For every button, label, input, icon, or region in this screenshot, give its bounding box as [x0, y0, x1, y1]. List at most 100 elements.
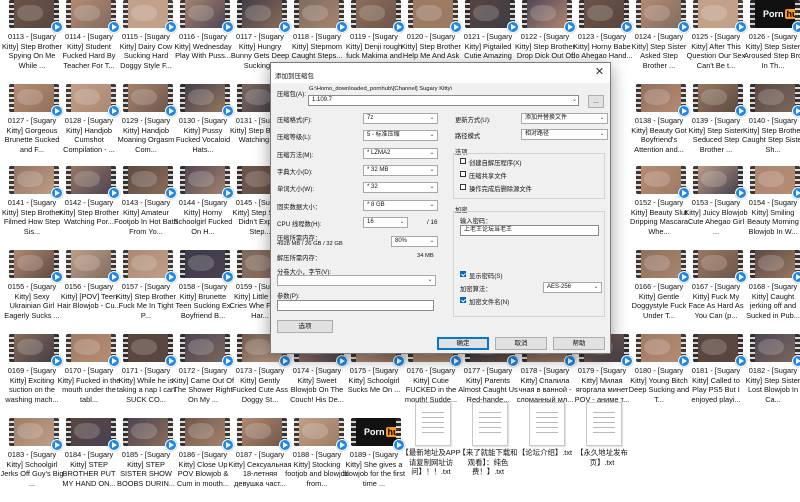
file-tile[interactable]: 0180 - [Sugary Kitty] Young Bitch Deep S… [627, 334, 691, 418]
file-tile[interactable]: 0186 - [Sugary Kitty] Close Up POV Blowj… [171, 418, 235, 502]
thumbnail-highlight [131, 339, 157, 355]
file-name: 0128 - [Sugary Kitty] Handjob Cumshot Co… [57, 116, 121, 154]
mem-percent-select[interactable]: 80%⌄ [391, 236, 438, 247]
file-tile[interactable]: 0171 - [Sugary Kitty] While he is taking… [114, 334, 178, 418]
cancel-button[interactable]: 取消 [495, 337, 547, 350]
file-tile[interactable]: 0168 - [Sugary Kitty] Caught jerking off… [741, 250, 800, 334]
file-tile[interactable]: 0113 - [Sugary Kitty] Step Brother Spyin… [0, 0, 64, 84]
file-name: 0154 - [Sugary Kitty] Smiling Beauty Mor… [741, 198, 800, 236]
password-input[interactable]: 上老王论坛当老王 [460, 225, 599, 236]
thumbnail-highlight [74, 5, 100, 21]
filmstrip-left-icon [750, 166, 755, 194]
thumbnail-highlight [644, 255, 670, 271]
file-tile[interactable]: 0115 - [Sugary Kitty] Dairy Cow Sucking … [114, 0, 178, 84]
archive-name-input[interactable]: 1.109.7⌄ [308, 95, 579, 106]
file-tile[interactable]: 0155 - [Sugary Kitty] Sexy Ukrainian Gir… [0, 250, 64, 334]
file-tile[interactable]: 0141 - [Sugary Kitty] Step Brother Filme… [0, 166, 64, 250]
file-tile[interactable]: 0183 - [Sugary Kitty] Schoolgirl Jerks O… [0, 418, 64, 502]
file-tile[interactable]: 0158 - [Sugary Kitty] Brunette Teen Suck… [171, 250, 235, 334]
shared-checkbox[interactable] [460, 171, 466, 177]
enc-method-select[interactable]: AES-256⌄ [543, 282, 602, 293]
filmstrip-left-icon [750, 250, 755, 278]
file-tile[interactable]: 0143 - [Sugary Kitty] Amateur Footjob In… [114, 166, 178, 250]
file-tile[interactable]: 0140 - [Sugary Kitty] Step Brother Caugh… [741, 84, 800, 168]
text-document-icon [472, 402, 508, 446]
file-tile[interactable]: 0127 - [Sugary Kitty] Gorgeous Brunette … [0, 84, 64, 168]
filmstrip-left-icon [123, 334, 128, 362]
text-file-tile[interactable]: 【最新地址及APP请复制网址访问】！！.txt [399, 402, 463, 486]
text-file-tile[interactable]: 【来了就能下载和观看】：纯色费！】.txt [456, 402, 520, 486]
sfx-checkbox[interactable] [460, 158, 466, 164]
file-name: 0184 - [Sugary Kitty] STEP BROTHER PUT M… [57, 450, 121, 488]
filmstrip-left-icon [237, 84, 242, 112]
file-tile[interactable]: 0184 - [Sugary Kitty] STEP BROTHER PUT M… [57, 418, 121, 502]
level-select[interactable]: 5 - 标准压缩⌄ [363, 130, 438, 141]
file-tile[interactable]: 0169 - [Sugary Kitty] Exciting suction o… [0, 334, 64, 418]
file-tile[interactable]: 0170 - [Sugary Kitty] Fucked in the mout… [57, 334, 121, 418]
thumbnail-highlight [245, 5, 271, 21]
show-password-checkbox[interactable] [460, 271, 466, 277]
thumbnail-highlight [17, 423, 43, 439]
file-tile[interactable]: 0187 - [Sugary Kitty] Сексуальная 18-лет… [228, 418, 292, 502]
text-file-tile[interactable]: 【论坛介绍】.txt [513, 402, 577, 486]
file-tile[interactable]: Pornhub0189 - [Sugary Kitty] She gives a… [342, 418, 406, 502]
file-name: 【来了就能下载和观看】：纯色费！】.txt [456, 448, 520, 477]
file-tile[interactable]: 0129 - [Sugary Kitty] Handjob Moaning Or… [114, 84, 178, 168]
params-input[interactable] [277, 300, 434, 311]
close-icon[interactable]: ✕ [593, 66, 606, 79]
split-select[interactable]: ⌄ [277, 275, 436, 286]
dialog-titlebar[interactable]: 添加到压缩包 ✕ [271, 63, 610, 83]
encrypt-names-checkbox[interactable] [460, 297, 466, 303]
path-select[interactable]: 相对路径⌄ [521, 129, 608, 140]
file-tile[interactable]: 0139 - [Sugary Kitty] Step Sister Seduce… [684, 84, 748, 168]
browse-button[interactable]: ... [588, 95, 604, 108]
filmstrip-left-icon [180, 166, 185, 194]
delete-checkbox[interactable] [460, 184, 466, 190]
file-tile[interactable]: 0144 - [Sugary Kitty] Horny Schoolgirl F… [171, 166, 235, 250]
file-tile[interactable]: 0153 - [Sugary Kitty] Juicy Blowjob Cute… [684, 166, 748, 250]
file-name: 0173 - [Sugary Kitty] Gently Fucked Cute… [228, 366, 292, 404]
file-tile[interactable]: 0125 - [Sugary Kitty] After This Questio… [684, 0, 748, 84]
file-tile[interactable]: 0181 - [Sugary Kitty] Called to Play PS5… [684, 334, 748, 418]
file-tile[interactable]: 0130 - [Sugary Kitty] Pussy Fucked Vocal… [171, 84, 235, 168]
file-tile[interactable]: 0157 - [Sugary Kitty] Step Brother Fuck … [114, 250, 178, 334]
file-name: 0183 - [Sugary Kitty] Schoolgirl Jerks O… [0, 450, 64, 488]
file-tile[interactable]: 0188 - [Sugary Kitty] Stocking footjob a… [285, 418, 349, 502]
filmstrip-left-icon [636, 84, 641, 112]
file-tile[interactable]: 0124 - [Sugary Kitty] Step Sister Asked … [627, 0, 691, 84]
file-tile[interactable]: 0156 - [Sugary Kitty] [POV] Teen Hair Bl… [57, 250, 121, 334]
file-name: 0178 - [Sugary Kitty] Спалила чная в ван… [513, 366, 577, 404]
file-name: 0171 - [Sugary Kitty] While he is taking… [114, 366, 178, 404]
file-tile[interactable]: 0182 - [Sugary Kitty] Step Sister Lost B… [741, 334, 800, 418]
file-tile[interactable]: 0167 - [Sugary Kitty] Fuck My Face As Ha… [684, 250, 748, 334]
options-button[interactable]: 选项 [277, 320, 333, 333]
file-name: 0188 - [Sugary Kitty] Stocking footjob a… [285, 450, 349, 488]
filmstrip-left-icon [123, 0, 128, 28]
file-tile[interactable]: 0166 - [Sugary Kitty] Gentle Doggystyle … [627, 250, 691, 334]
text-file-tile[interactable]: 【永久地址发布页】.txt [570, 402, 634, 486]
cpu-select[interactable]: 16⌄ [363, 217, 408, 228]
word-select[interactable]: * 32⌄ [363, 182, 438, 193]
method-select[interactable]: * LZMA2⌄ [363, 148, 438, 159]
file-tile[interactable]: 0128 - [Sugary Kitty] Handjob Cumshot Co… [57, 84, 121, 168]
file-name: 0115 - [Sugary Kitty] Dairy Cow Sucking … [114, 32, 178, 70]
file-tile[interactable]: 0185 - [Sugary Kitty] STEP SISTER SHOW B… [114, 418, 178, 502]
filmstrip-left-icon [123, 166, 128, 194]
solid-select[interactable]: * 8 GB⌄ [363, 200, 438, 211]
ok-button[interactable]: 确定 [437, 337, 489, 350]
format-select[interactable]: 7z⌄ [363, 113, 438, 124]
file-tile[interactable]: Pornhub0126 - [Sugary Kitty] Step Sister… [741, 0, 800, 84]
thumbnail-highlight [530, 5, 556, 21]
help-button[interactable]: 帮助 [553, 337, 605, 350]
dict-select[interactable]: * 32 MB⌄ [363, 165, 438, 176]
filmstrip-left-icon [750, 334, 755, 362]
file-tile[interactable]: 0142 - [Sugary Kitty] Step Brother Watch… [57, 166, 121, 250]
file-tile[interactable]: 0154 - [Sugary Kitty] Smiling Beauty Mor… [741, 166, 800, 250]
file-tile[interactable]: 0138 - [Sugary Kitty] Beauty Got Boyfrie… [627, 84, 691, 168]
filmstrip-left-icon [180, 334, 185, 362]
file-tile[interactable]: 0116 - [Sugary Kitty] Wednesday Play Wit… [171, 0, 235, 84]
file-tile[interactable]: 0152 - [Sugary Kitty] Beauty Slut Drippi… [627, 166, 691, 250]
file-tile[interactable]: 0114 - [Sugary Kitty] Student Fucked Har… [57, 0, 121, 84]
file-tile[interactable]: 0172 - [Sugary Kitty] Came Out Of The Sh… [171, 334, 235, 418]
update-select[interactable]: 添加并替换文件⌄ [521, 113, 608, 124]
